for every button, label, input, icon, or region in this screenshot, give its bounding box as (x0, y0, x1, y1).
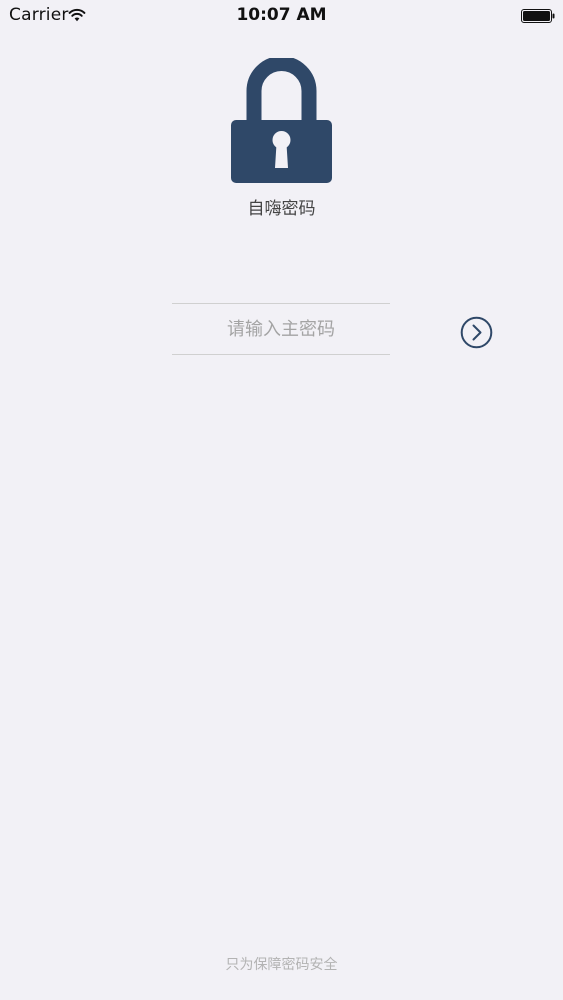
status-bar: Carrier 10:07 AM (0, 0, 563, 30)
battery-icon (521, 8, 555, 23)
password-field[interactable] (172, 303, 390, 355)
status-time: 10:07 AM (236, 5, 327, 25)
padlock-icon (230, 56, 333, 184)
chevron-right-circle-icon (460, 316, 493, 349)
password-input[interactable] (172, 304, 390, 354)
app-title: 自嗨密码 (247, 199, 316, 219)
submit-button[interactable] (460, 316, 493, 349)
footer-text: 只为保障密码安全 (225, 957, 338, 973)
